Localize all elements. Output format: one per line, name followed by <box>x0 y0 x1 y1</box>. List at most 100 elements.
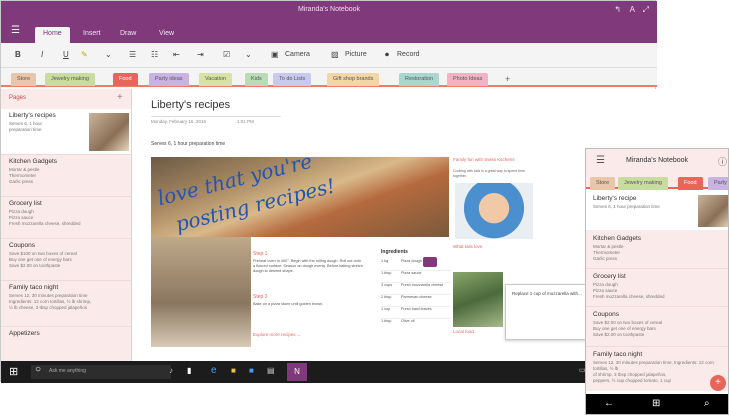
page-title: Coupons <box>9 242 36 249</box>
indent-icon[interactable]: ⇥ <box>197 49 204 61</box>
section-tabs: Store Jewelry making Food Party ideas Va… <box>1 68 657 87</box>
comment-icon[interactable] <box>423 257 437 267</box>
record-button[interactable]: Record <box>397 49 420 61</box>
phone-tab-store[interactable]: Store <box>590 177 616 190</box>
page-item-liberty[interactable]: Liberty's recipes Serves 6, 1 hour prepa… <box>1 109 131 155</box>
page-title: Kitchen Gadgets <box>593 235 642 242</box>
phone-tab-party[interactable]: Party <box>708 177 728 190</box>
child-photo[interactable] <box>455 183 533 239</box>
bold-button[interactable]: B <box>15 49 21 61</box>
highlight-icon[interactable]: ✎ <box>81 49 88 61</box>
section-tab-food[interactable]: Food <box>113 73 138 86</box>
ribbon: B I U ✎ ⌄ ☰ ☷ ⇤ ⇥ ☑ ⌄ ▣ Camera ▨ Picture… <box>1 43 657 68</box>
page-title: Family taco night <box>593 351 643 358</box>
camera-icon[interactable]: ▣ <box>271 49 279 61</box>
page-snippet: Save $100 on two boxes of cereal Buy one… <box>9 251 77 268</box>
italic-button[interactable]: I <box>41 49 43 61</box>
phone-page-item[interactable]: Kitchen Gadgets Mortar & pestle Thermome… <box>586 231 728 269</box>
picture-icon[interactable]: ▨ <box>331 49 339 61</box>
numbering-icon[interactable]: ☷ <box>151 49 158 61</box>
task-view-icon[interactable]: ▮ <box>187 366 191 375</box>
side-article-text: Cooking with kids is a great way to spen… <box>453 169 525 178</box>
mail-icon[interactable]: ▤ <box>267 366 275 375</box>
phone-page-item[interactable]: Grocery list Pizza dough Pizza sauce Fre… <box>586 269 728 307</box>
pages-panel: Pages + Liberty's recipes Serves 6, 1 ho… <box>1 89 132 361</box>
bullets-icon[interactable]: ☰ <box>129 49 136 61</box>
comment-popup[interactable]: Replace 1 cup of mozzarella with... <box>505 284 595 340</box>
section-tab-party[interactable]: Party ideas <box>149 73 189 86</box>
local-food-label: Local food <box>453 329 474 334</box>
underline-button[interactable]: U <box>63 49 69 61</box>
tab-insert[interactable]: Insert <box>75 27 109 43</box>
add-page-fab[interactable]: + <box>710 375 726 391</box>
phone-tab-food[interactable]: Food <box>678 177 703 190</box>
explore-recipes-link[interactable]: Explore more recipes → <box>253 332 301 337</box>
fullscreen-icon[interactable]: ⤢ <box>643 1 649 19</box>
section-tab-photo[interactable]: Photo Ideas <box>447 73 489 86</box>
record-icon[interactable]: ⏺ <box>385 49 389 61</box>
step2-title: Step 2 <box>253 294 268 300</box>
page-title: Liberty's recipes <box>151 99 231 111</box>
phone-info-icon[interactable]: ⓘ <box>718 155 727 168</box>
page-thumbnail <box>89 113 129 151</box>
phone-search-icon[interactable]: ⌕ <box>704 398 710 409</box>
section-tab-todo[interactable]: To do Lists <box>273 73 312 86</box>
phone-back-icon[interactable]: ← <box>604 398 614 409</box>
page-snippet: Serves 12, 30 minutes preparation time, … <box>593 360 714 383</box>
back-icon[interactable]: ↰ <box>614 1 621 19</box>
tab-view[interactable]: View <box>151 27 182 43</box>
step2-text: Bake on a pizza stone until golden brown… <box>253 302 324 306</box>
phone-page-item[interactable]: Coupons Save $2.00 on two boxes of cerea… <box>586 307 728 347</box>
section-tab-jewelry[interactable]: Jewelry making <box>45 73 95 86</box>
note-canvas[interactable]: Liberty's recipes Monday, February 16, 2… <box>133 89 656 361</box>
todo-checkbox-icon[interactable]: ☑ <box>223 49 230 61</box>
tag-chevron-icon[interactable]: ⌄ <box>245 49 252 61</box>
phone-windows-icon[interactable]: ⊞ <box>652 398 660 409</box>
add-section-button[interactable]: + <box>499 73 516 86</box>
food-photo[interactable] <box>453 272 503 327</box>
cortana-icon[interactable]: ○ <box>35 364 41 375</box>
add-page-button[interactable]: + <box>117 92 123 103</box>
camera-button[interactable]: Camera <box>285 49 310 61</box>
outdent-icon[interactable]: ⇤ <box>173 49 180 61</box>
kitchen-photo[interactable] <box>151 237 251 347</box>
section-tab-restoration[interactable]: Restoration <box>399 73 440 86</box>
page-date: Monday, February 16, 2015 <box>151 119 206 124</box>
tab-draw[interactable]: Draw <box>112 27 144 43</box>
section-tab-store[interactable]: Store <box>11 73 37 86</box>
page-snippet: Pizza dough Pizza sauce Fresh mozzarella… <box>593 282 665 299</box>
picture-button[interactable]: Picture <box>345 49 367 61</box>
onenote-taskbar-icon[interactable]: N <box>287 363 307 381</box>
serves-text: Serves 6, 1 hour preparation time <box>151 141 226 147</box>
page-title: Appetizers <box>9 330 40 337</box>
section-tab-gift[interactable]: Gift shop brands <box>327 73 380 86</box>
edge-icon[interactable]: e <box>211 365 217 376</box>
title-divider <box>151 116 281 117</box>
section-tab-vacation[interactable]: Vacation <box>199 73 232 86</box>
search-input[interactable]: Ask me anything <box>49 368 86 374</box>
side-article-title: Family fun with Swiss Kitchens <box>453 157 515 162</box>
phone-page-item[interactable]: Liberty's recipe Serves 6, 1 hour prepar… <box>586 191 728 231</box>
chevron-down-icon[interactable]: ⌄ <box>105 49 112 61</box>
explorer-icon[interactable]: ■ <box>231 366 236 375</box>
tab-home[interactable]: Home <box>35 27 70 43</box>
page-item-coupons[interactable]: Coupons Save $100 on two boxes of cereal… <box>1 239 131 281</box>
section-tab-kids[interactable]: Kids <box>245 73 268 86</box>
phone-tab-jewelry[interactable]: Jewelry making <box>618 177 668 190</box>
page-item-taco[interactable]: Family taco night Serves 12, 30 minutes … <box>1 281 131 327</box>
microphone-icon[interactable]: ♪ <box>169 366 173 375</box>
phone-hamburger-icon[interactable]: ☰ <box>596 155 605 166</box>
phone-device: ☰ Miranda's Notebook ⓘ Store Jewelry mak… <box>585 148 729 415</box>
page-item-appetizers[interactable]: Appetizers <box>1 327 131 361</box>
page-snippet: Mortar & pestle Thermometer Garlic press <box>9 167 40 184</box>
store-icon[interactable]: ■ <box>249 366 254 375</box>
hamburger-icon[interactable]: ☰ <box>11 25 20 36</box>
start-windows-icon[interactable]: ⊞ <box>9 365 18 378</box>
menu-bar: ☰ Home Insert Draw View <box>1 21 657 43</box>
page-item-kitchen[interactable]: Kitchen Gadgets Mortar & pestle Thermome… <box>1 155 131 197</box>
side-sub-title: What kids love <box>453 244 483 249</box>
pages-header: Pages <box>9 95 27 101</box>
page-item-grocery[interactable]: Grocery list Pizza dough Pizza sauce Fre… <box>1 197 131 239</box>
font-icon[interactable]: A <box>630 1 635 19</box>
phone-page-item[interactable]: Family taco night Serves 12, 30 minutes … <box>586 347 728 391</box>
